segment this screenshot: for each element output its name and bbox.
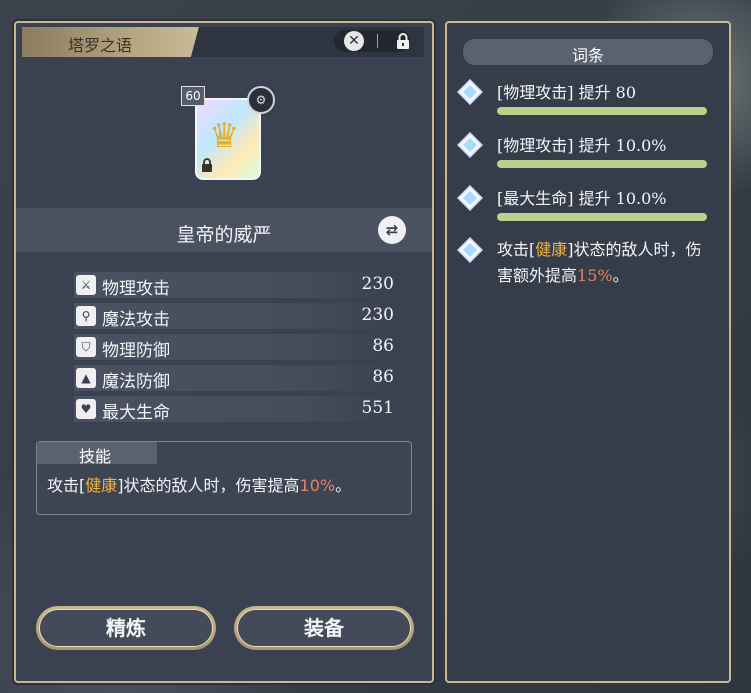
- affix-text: 。: [612, 266, 629, 285]
- stat-value: 86: [372, 336, 394, 356]
- stat-row: ⚔ 物理攻击 230: [74, 272, 394, 299]
- stat-value: 230: [361, 305, 394, 325]
- affix-text: [物理攻击] 提升 80: [497, 83, 637, 102]
- affix-row: [最大生命] 提升 10.0%: [457, 185, 717, 225]
- affix-panel: 词条 [物理攻击] 提升 80 [物理攻击] 提升 10.0% [最大生命] 提…: [445, 21, 731, 683]
- skill-keyword: 健康: [85, 476, 118, 495]
- affix-title: 词条: [571, 46, 604, 65]
- affix-row: [物理攻击] 提升 80: [457, 79, 717, 119]
- wand-icon: ⚲: [76, 306, 96, 326]
- equip-button-label: 装备: [237, 609, 411, 647]
- affix-progress-bar: [497, 160, 707, 168]
- set-badge-icon: ⚙: [247, 86, 275, 114]
- equip-button[interactable]: 装备: [234, 606, 414, 650]
- diamond-icon: [457, 237, 483, 263]
- skill-text: 。: [335, 476, 352, 495]
- stat-row: ♥ 最大生命 551: [74, 396, 394, 423]
- heart-icon: ♥: [76, 399, 96, 419]
- stat-row: ⛉ 物理防御 86: [74, 334, 394, 361]
- affix-text: 攻击[: [497, 240, 536, 259]
- stat-value: 86: [372, 367, 394, 387]
- diamond-icon: [457, 79, 483, 105]
- skill-box: 技能 攻击[健康]状态的敌人时，伤害提高10%。: [36, 441, 412, 515]
- divider: [377, 34, 378, 48]
- stat-value: 551: [361, 398, 394, 418]
- affix-value: 15%: [577, 266, 613, 285]
- affix-progress-bar: [497, 107, 707, 115]
- stat-value: 230: [361, 274, 394, 294]
- sword-icon: ⚔: [76, 275, 96, 295]
- lock-icon[interactable]: [396, 33, 410, 49]
- affix-text: [物理攻击] 提升 10.0%: [497, 136, 667, 155]
- crown-icon: ♛: [209, 116, 240, 156]
- refine-button[interactable]: 精炼: [36, 606, 216, 650]
- stat-label: 物理防御: [102, 341, 170, 361]
- stat-label: 物理攻击: [102, 279, 170, 299]
- item-icon[interactable]: ♛ 60 ⚙: [181, 86, 275, 198]
- refine-button-label: 精炼: [39, 609, 213, 647]
- discard-icon[interactable]: ✕: [344, 31, 364, 51]
- affix-special-text: 攻击[健康]状态的敌人时，伤害额外提高15%。: [497, 237, 707, 289]
- lock-icon: [202, 158, 212, 172]
- skill-value: 10%: [299, 476, 336, 495]
- stat-label: 最大生命: [102, 403, 170, 423]
- skill-description: 攻击[健康]状态的敌人时，伤害提高10%。: [47, 472, 351, 496]
- affix-keyword: 健康: [535, 240, 568, 259]
- item-detail-panel: 塔罗之语 ✕ ♛ 60 ⚙ 皇帝的威严 ⇄ ⚔ 物理攻击 230 ⚲ 魔法攻击 …: [14, 21, 434, 683]
- shield-icon: ⛉: [76, 337, 96, 357]
- stat-row: ⚲ 魔法攻击 230: [74, 303, 394, 330]
- affix-row: [物理攻击] 提升 10.0%: [457, 132, 717, 172]
- affix-text: [最大生命] 提升 10.0%: [497, 189, 667, 208]
- affix-progress-bar: [497, 213, 707, 221]
- panel-title: 塔罗之语: [68, 36, 133, 55]
- stat-label: 魔法防御: [102, 372, 170, 392]
- stat-row: ▲ 魔法防御 86: [74, 365, 394, 392]
- affix-special-row: 攻击[健康]状态的敌人时，伤害额外提高15%。: [457, 237, 717, 317]
- level-badge: 60: [181, 86, 205, 106]
- hat-icon: ▲: [76, 368, 96, 388]
- diamond-icon: [457, 185, 483, 211]
- item-name: 皇帝的威严: [176, 224, 272, 246]
- diamond-icon: [457, 132, 483, 158]
- skill-text: 攻击[: [47, 476, 86, 495]
- skill-title: 技能: [79, 447, 112, 466]
- stat-label: 魔法攻击: [102, 310, 170, 330]
- swap-button[interactable]: ⇄: [378, 216, 406, 244]
- affix-header: 词条: [463, 39, 713, 65]
- skill-text: ]状态的敌人时，伤害提高: [117, 476, 300, 495]
